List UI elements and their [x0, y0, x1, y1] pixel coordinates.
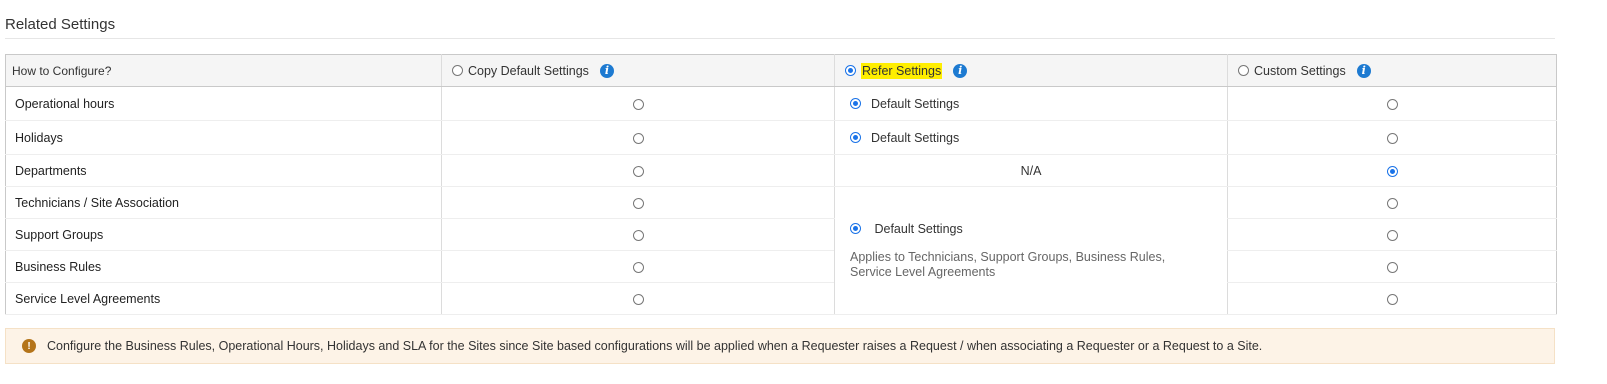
custom-cell — [1227, 218, 1557, 251]
copy-cell — [441, 250, 835, 283]
custom-settings-radio[interactable] — [1238, 65, 1249, 76]
refer-cell: N/A — [834, 154, 1228, 187]
custom-radio[interactable] — [1386, 98, 1398, 110]
custom-radio[interactable] — [1386, 132, 1398, 144]
copy-cell — [441, 120, 835, 155]
refer-merged-label: Default Settings — [874, 221, 963, 236]
custom-radio[interactable] — [1386, 261, 1398, 273]
title-divider — [5, 38, 1555, 39]
custom-cell — [1227, 186, 1557, 219]
info-icon[interactable]: i — [1356, 63, 1371, 78]
copy-cell — [441, 154, 835, 187]
row-label: Holidays — [5, 120, 442, 155]
exclamation-icon: ! — [22, 339, 36, 353]
copy-cell — [441, 186, 835, 219]
copy-radio[interactable] — [632, 132, 644, 144]
header-copy-default: Copy Default Settings i — [441, 54, 835, 87]
row-label: Technicians / Site Association — [5, 186, 442, 219]
custom-cell — [1227, 282, 1557, 315]
copy-radio[interactable] — [632, 293, 644, 305]
refer-cell: Default Settings — [834, 86, 1228, 121]
refer-settings-label[interactable]: Refer Settings — [861, 62, 943, 79]
row-label: Service Level Agreements — [5, 282, 442, 315]
custom-radio[interactable] — [1386, 293, 1398, 305]
info-icon[interactable]: i — [953, 63, 968, 78]
copy-default-label[interactable]: Copy Default Settings — [468, 64, 589, 78]
how-to-configure-header: How to Configure? — [5, 54, 442, 87]
row-label: Business Rules — [5, 250, 442, 283]
refer-cell: Default Settings — [834, 120, 1228, 155]
copy-radio[interactable] — [632, 197, 644, 209]
custom-cell — [1227, 154, 1557, 187]
table-row: Business Rules — [5, 250, 1557, 283]
refer-settings-radio[interactable] — [845, 65, 856, 76]
copy-radio[interactable] — [632, 229, 644, 241]
row-label: Operational hours — [5, 86, 442, 121]
header-custom-settings: Custom Settings i — [1227, 54, 1557, 87]
custom-cell — [1227, 86, 1557, 121]
custom-cell — [1227, 120, 1557, 155]
copy-radio[interactable] — [632, 165, 644, 177]
refer-radio[interactable] — [850, 132, 861, 144]
table-row: Holidays Default Settings — [5, 120, 1557, 155]
site-config-notice: ! Configure the Business Rules, Operatio… — [5, 328, 1555, 364]
custom-cell — [1227, 250, 1557, 283]
table-row: Technicians / Site Association Default S… — [5, 186, 1557, 315]
related-settings-table: How to Configure? Copy Default Settings … — [5, 54, 1557, 315]
table-row: Departments N/A — [5, 154, 1557, 187]
custom-radio[interactable] — [1386, 229, 1398, 241]
applies-line-2: Service Level Agreements — [850, 264, 996, 279]
copy-cell — [441, 282, 835, 315]
refer-option-label: Default Settings — [871, 130, 960, 145]
refer-merged-cell: Default Settings Applies to Technicians,… — [834, 186, 1228, 315]
table-row: Support Groups — [5, 218, 1557, 251]
custom-radio[interactable] — [1386, 197, 1398, 209]
copy-cell — [441, 86, 835, 121]
info-icon[interactable]: i — [599, 63, 614, 78]
refer-radio[interactable] — [850, 98, 861, 110]
table-row: Service Level Agreements — [5, 282, 1557, 315]
applies-to-note: Applies to Technicians, Support Groups, … — [850, 250, 1227, 280]
header-refer-settings: Refer Settings i — [834, 54, 1228, 87]
custom-radio[interactable] — [1386, 165, 1398, 177]
copy-radio[interactable] — [632, 261, 644, 273]
section-title: Related Settings — [5, 16, 116, 33]
copy-cell — [441, 218, 835, 251]
table-header-row: How to Configure? Copy Default Settings … — [5, 54, 1557, 87]
copy-default-radio[interactable] — [452, 65, 463, 76]
row-label: Support Groups — [5, 218, 442, 251]
custom-settings-label[interactable]: Custom Settings — [1254, 64, 1346, 78]
row-label: Departments — [5, 154, 442, 187]
notice-text: Configure the Business Rules, Operationa… — [47, 339, 1263, 353]
table-row: Operational hours Default Settings — [5, 86, 1557, 121]
applies-line-1: Applies to Technicians, Support Groups, … — [850, 249, 1166, 264]
refer-option-label: Default Settings — [871, 96, 960, 111]
copy-radio[interactable] — [632, 98, 644, 110]
refer-merged-radio[interactable] — [850, 223, 861, 235]
